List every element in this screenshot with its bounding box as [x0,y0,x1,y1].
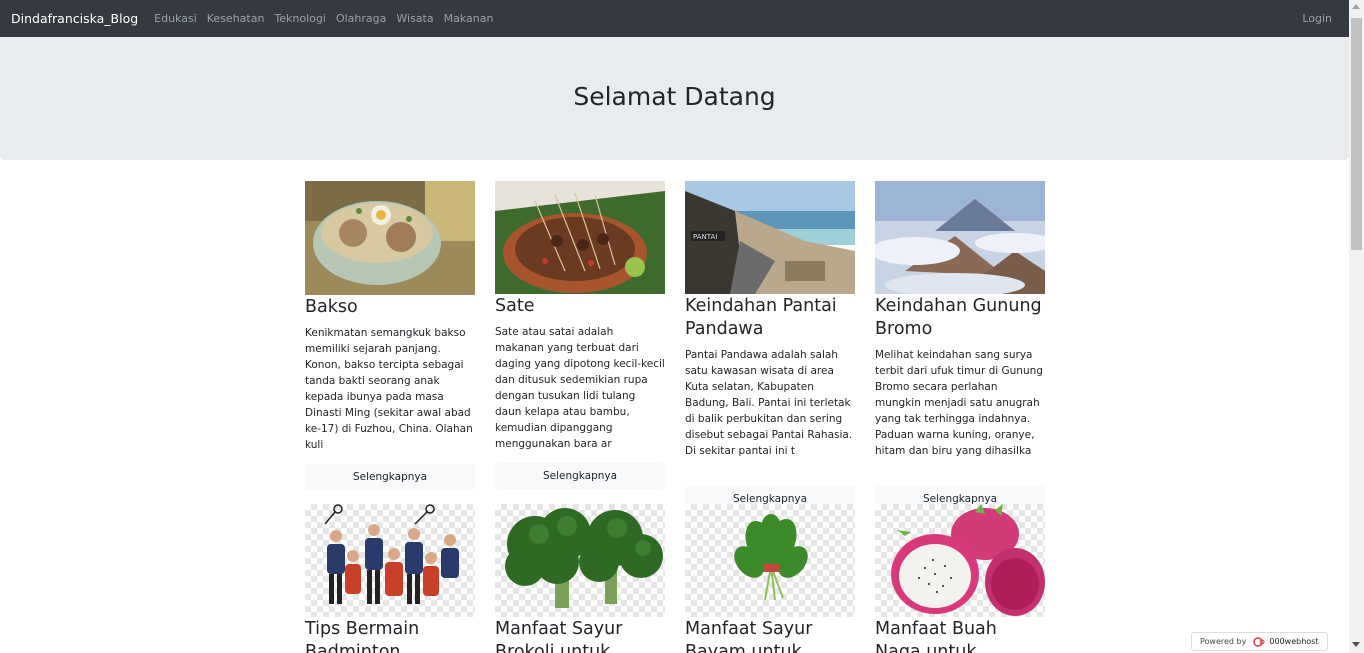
svg-text:PANTAI: PANTAI [693,233,717,241]
card-image-bayam [685,504,855,617]
card-title: Manfaat Buah Naga untuk [875,619,997,653]
navbar: Dindafranciska_Blog Edukasi Kesehatan Te… [0,0,1349,37]
card-title: Bakso [305,297,358,317]
nav-link-olahraga[interactable]: Olahraga [336,12,386,25]
card-title: Manfaat Sayur Brokoli untuk [495,619,623,653]
card-image-brokoli [495,504,665,617]
card-title: Sate [495,296,535,316]
scroll-up-arrow-icon[interactable] [1352,4,1360,9]
card-gunung-bromo: Keindahan Gunung Bromo Melihat keindahan… [875,181,1045,512]
read-more-button[interactable]: Selengkapnya [305,464,475,490]
card-badminton: Tips Bermain Badminton [305,504,475,653]
page-title: Selamat Datang [573,82,776,111]
login-link[interactable]: Login [1302,12,1332,25]
nav-link-wisata[interactable]: Wisata [396,12,433,25]
card-image-badminton [305,504,475,617]
scroll-down-arrow-icon[interactable] [1352,642,1360,647]
nav-link-kesehatan[interactable]: Kesehatan [207,12,265,25]
card-image-bromo [875,181,1045,294]
card-title: Tips Bermain Badminton [305,619,420,653]
webhost-label: 000webhost [1269,637,1319,646]
nav-links: Edukasi Kesehatan Teknologi Olahraga Wis… [154,12,503,25]
card-image-pantai: PANTAI [685,181,855,294]
card-text: Kenikmatan semangkuk bakso memiliki seja… [305,327,473,451]
card-text: Pantai Pandawa adalah salah satu kawasan… [685,349,853,457]
powered-by-label: Powered by [1200,637,1247,646]
card-pantai-pandawa: PANTAI Keindahan Pantai Pandawa Pantai P… [685,181,855,512]
card-image-bakso [305,181,475,295]
jumbotron: Selamat Datang [0,37,1349,160]
card-buah-naga: Manfaat Buah Naga untuk [875,504,1045,653]
card-title: Keindahan Gunung Bromo [875,296,1042,339]
nav-link-edukasi[interactable]: Edukasi [154,12,197,25]
card-image-sate [495,181,665,294]
powered-by-badge[interactable]: Powered by 000webhost [1191,632,1328,651]
card-title: Keindahan Pantai Pandawa [685,296,837,339]
card-text: Melihat keindahan sang surya terbit dari… [875,349,1043,457]
page-scrollbar[interactable] [1349,0,1364,653]
webhost-logo-icon [1253,636,1265,647]
card-bakso: Bakso Kenikmatan semangkuk bakso memilik… [305,181,475,490]
card-text: Sate atau satai adalah makanan yang terb… [495,326,665,450]
brand-link[interactable]: Dindafranciska_Blog [11,11,138,26]
card-image-buah-naga [875,504,1045,617]
card-bayam: Manfaat Sayur Bayam untuk [685,504,855,653]
read-more-button[interactable]: Selengkapnya [495,463,665,489]
card-title: Manfaat Sayur Bayam untuk [685,619,813,653]
nav-link-makanan[interactable]: Makanan [444,12,494,25]
card-sate: Sate Sate atau satai adalah makanan yang… [495,181,665,489]
scrollbar-thumb[interactable] [1351,18,1362,250]
nav-link-teknologi[interactable]: Teknologi [274,12,326,25]
card-brokoli: Manfaat Sayur Brokoli untuk [495,504,665,653]
